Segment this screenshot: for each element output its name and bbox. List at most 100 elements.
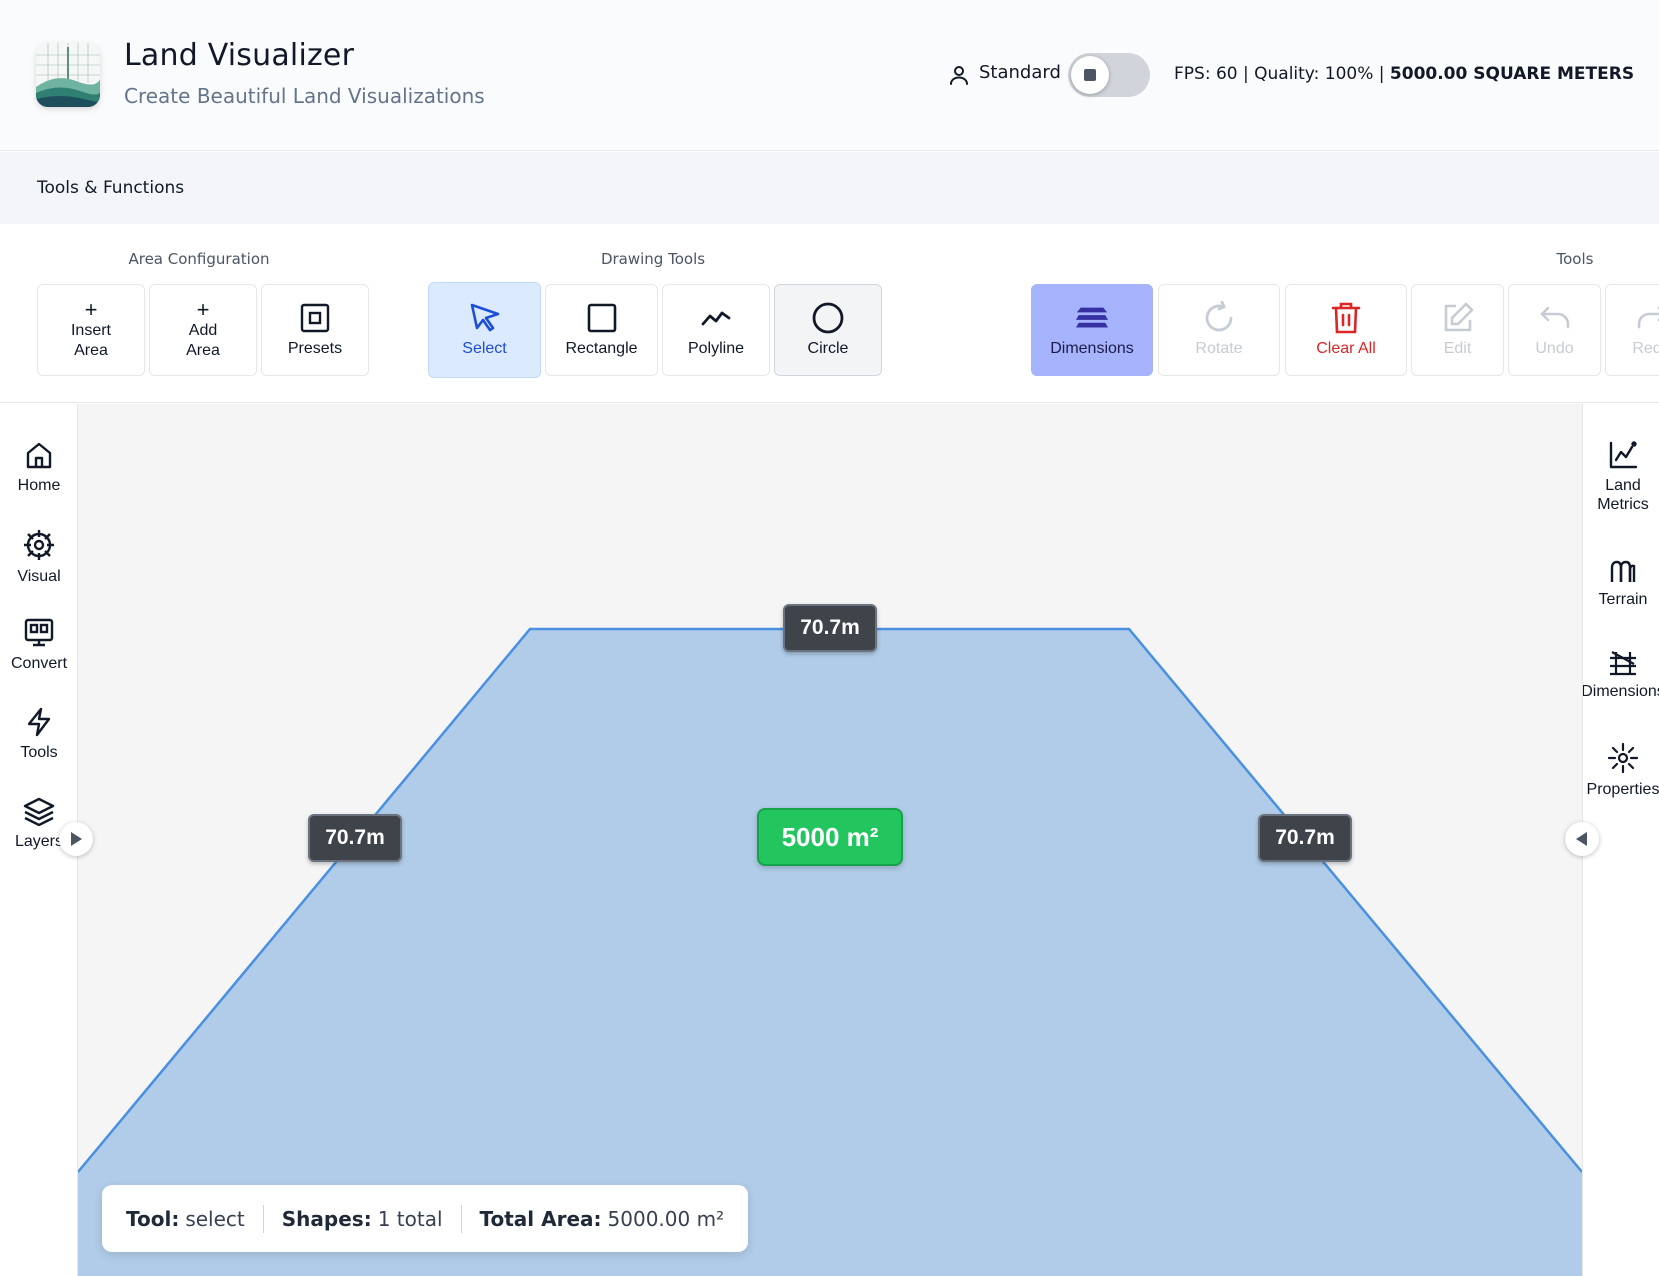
sidebar-item-label: Tools xyxy=(20,744,58,761)
edit-icon xyxy=(1441,301,1475,335)
sidebar-item-terrain[interactable]: Terrain xyxy=(1583,560,1659,609)
status-area-value: 5000.00 m² xyxy=(607,1206,725,1231)
add-area-label-line1: Add xyxy=(188,322,218,339)
tools-section-bar: Tools & Functions xyxy=(0,152,1659,224)
top-edge-dimension-label: 70.7m xyxy=(783,604,877,652)
status-area: Total Area: 5000.00 m² xyxy=(480,1207,725,1231)
properties-icon xyxy=(1607,742,1639,774)
dimensions-label: Dimensions xyxy=(1050,340,1134,357)
rotate-label: Rotate xyxy=(1195,340,1243,357)
chart-small-icon xyxy=(1084,69,1096,81)
status-tool-value: select xyxy=(185,1206,245,1231)
visual-icon xyxy=(24,530,54,560)
circle-label: Circle xyxy=(807,340,849,357)
undo-button[interactable]: Undo xyxy=(1508,284,1601,376)
status-shapes: Shapes: 1 total xyxy=(282,1207,443,1231)
status-tool: Tool: select xyxy=(126,1207,245,1231)
home-icon xyxy=(26,442,52,469)
rectangle-label: Rectangle xyxy=(565,340,638,357)
area-badge: 5000 m² xyxy=(757,808,903,866)
circle-tool-button[interactable]: Circle xyxy=(774,284,882,376)
right-edge-dimension-label: 70.7m xyxy=(1258,814,1352,862)
rectangle-tool-button[interactable]: Rectangle xyxy=(545,284,658,376)
sidebar-item-label: Terrain xyxy=(1598,591,1648,608)
performance-status: FPS: 60 | Quality: 100% | 5000.00 SQUARE… xyxy=(1174,64,1634,84)
select-tool-button[interactable]: Select xyxy=(428,282,541,378)
polyline-label: Polyline xyxy=(687,340,745,357)
plus-icon: + xyxy=(84,297,98,322)
group-label-drawing-tools: Drawing Tools xyxy=(600,250,706,268)
presets-icon xyxy=(298,301,332,335)
toggle-knob xyxy=(1071,56,1109,94)
rectangle-icon xyxy=(585,301,619,335)
presets-label: Presets xyxy=(287,340,343,357)
group-label-tools: Tools xyxy=(1556,250,1594,268)
app-subtitle: Create Beautiful Land Visualizations xyxy=(124,84,485,108)
sidebar-item-label: Properties xyxy=(1586,781,1659,798)
drawing-canvas[interactable]: 70.7m 70.7m 70.7m 5000 m² Tool: select S… xyxy=(78,404,1582,1276)
sidebar-item-label: Home xyxy=(17,477,61,494)
mode-label: Standard xyxy=(979,62,1061,83)
plus-icon: + xyxy=(196,297,210,322)
sidebar-item-tools[interactable]: Tools xyxy=(0,707,78,762)
group-label-area-configuration: Area Configuration xyxy=(128,250,270,268)
redo-icon xyxy=(1635,301,1659,335)
left-sidebar-toggle[interactable] xyxy=(59,822,93,856)
canvas-status-bar: Tool: select Shapes: 1 total Total Area:… xyxy=(102,1185,749,1252)
dimensions-icon xyxy=(1610,651,1636,676)
presets-button[interactable]: Presets xyxy=(261,284,369,376)
cursor-icon xyxy=(468,301,502,335)
clear-all-button[interactable]: Clear All xyxy=(1285,284,1407,376)
undo-icon xyxy=(1538,301,1572,335)
land-polygon[interactable] xyxy=(78,629,1582,1276)
sidebar-item-dimensions[interactable]: Dimensions xyxy=(1583,650,1659,701)
status-tool-key: Tool: xyxy=(126,1206,180,1231)
chart-icon xyxy=(1609,441,1638,469)
sidebar-item-label: Dimensions xyxy=(1582,683,1659,700)
mode-toggle[interactable] xyxy=(1068,53,1150,97)
polyline-icon xyxy=(699,301,733,335)
sidebar-item-label: Layers xyxy=(14,833,64,850)
polyline-tool-button[interactable]: Polyline xyxy=(662,284,770,376)
edit-label: Edit xyxy=(1443,340,1472,357)
right-sidebar-toggle[interactable] xyxy=(1565,822,1599,856)
performance-status-prefix: FPS: 60 | Quality: 100% | xyxy=(1174,64,1390,84)
insert-area-label-line2: Area xyxy=(74,342,108,359)
sidebar-item-properties[interactable]: Properties xyxy=(1583,742,1659,799)
status-divider xyxy=(460,1204,462,1233)
terrain-icon xyxy=(1610,560,1636,582)
sidebar-item-home[interactable]: Home xyxy=(0,440,78,495)
caret-left-icon xyxy=(1576,832,1587,846)
convert-icon xyxy=(24,618,54,647)
insert-area-label-line1: Insert xyxy=(70,322,111,339)
caret-right-icon xyxy=(71,832,82,846)
sidebar-item-label: Visual xyxy=(17,568,61,585)
left-edge-dimension-label: 70.7m xyxy=(308,814,402,862)
insert-area-button[interactable]: + Insert Area xyxy=(37,284,145,376)
rotate-button[interactable]: Rotate xyxy=(1158,284,1280,376)
sidebar-item-label: Land xyxy=(1605,477,1641,494)
redo-button[interactable]: Redo xyxy=(1605,284,1659,376)
dimensions-button[interactable]: Dimensions xyxy=(1031,284,1153,376)
section-title: Tools & Functions xyxy=(37,178,185,198)
dimensions-icon xyxy=(1075,301,1109,335)
add-area-button[interactable]: + Add Area xyxy=(149,284,257,376)
sidebar-item-label: Convert xyxy=(10,655,68,672)
status-shapes-value: 1 total xyxy=(377,1206,443,1231)
user-icon xyxy=(950,66,968,85)
sidebar-item-visual[interactable]: Visual xyxy=(0,529,78,586)
sidebar-item-convert[interactable]: Convert xyxy=(0,618,78,673)
layers-icon xyxy=(23,797,55,826)
status-shapes-key: Shapes: xyxy=(281,1206,372,1231)
circle-icon xyxy=(811,301,845,335)
sidebar-item-land-metrics[interactable]: Land Metrics xyxy=(1583,440,1659,514)
rotate-icon xyxy=(1202,301,1236,335)
redo-label: Redo xyxy=(1632,340,1659,357)
sidebar-item-label: Metrics xyxy=(1597,496,1649,513)
select-label: Select xyxy=(462,340,507,357)
app-logo-icon xyxy=(36,43,100,107)
edit-button[interactable]: Edit xyxy=(1411,284,1504,376)
status-divider xyxy=(262,1204,264,1233)
tools-icon xyxy=(27,707,51,737)
app-title: Land Visualizer xyxy=(124,38,355,73)
